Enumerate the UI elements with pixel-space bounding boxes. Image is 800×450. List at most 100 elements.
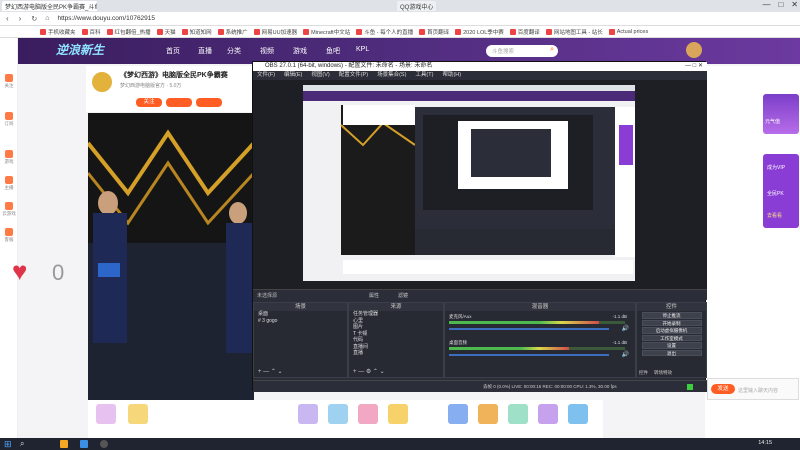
sidebar-item-follow[interactable]: 关注 <box>2 74 16 89</box>
heart-icon[interactable]: ♥ <box>12 256 27 287</box>
taskbar-app-icon[interactable] <box>80 440 88 448</box>
bookmark[interactable]: 斗鱼 - 每个人的直播 <box>356 28 413 36</box>
obs-window: OBS 27.0.1 (64-bit, windows) - 配置文件: 未命名… <box>252 61 707 392</box>
menu-help[interactable]: 帮助(H) <box>442 71 461 80</box>
badge-button[interactable] <box>196 98 222 107</box>
bookmark[interactable]: 2020 LOL季中赛 <box>455 28 504 36</box>
bookmark[interactable]: 红包翻倍_热播 <box>106 28 151 36</box>
bookmark[interactable]: 知道知网 <box>181 28 212 36</box>
nav-home[interactable]: 首页 <box>166 46 180 56</box>
tab-controls[interactable]: 控件 <box>639 370 648 376</box>
streamer-avatar[interactable] <box>90 70 114 94</box>
sidebar-item-anchor[interactable]: 主播 <box>2 176 16 191</box>
menu-scene-collection[interactable]: 场景集合(S) <box>377 71 406 80</box>
search-box[interactable]: 斗鱼搜索 ⌕ <box>486 45 558 57</box>
badge-button[interactable] <box>166 98 192 107</box>
nav-video[interactable]: 视频 <box>260 46 274 56</box>
vip-card[interactable]: 成为VIP 全民PK 去看看 <box>763 154 799 228</box>
gift-icon[interactable] <box>128 404 148 424</box>
filters-button[interactable]: 滤镜 <box>398 292 408 299</box>
gift-icon[interactable] <box>538 404 558 424</box>
forward-icon[interactable]: › <box>19 14 22 23</box>
speaker-icon[interactable]: 🔊 <box>622 351 629 358</box>
gift-icon[interactable] <box>96 404 116 424</box>
home-icon[interactable]: ⌂ <box>45 15 49 22</box>
bookmarks-bar: 手机收藏夹 百科 红包翻倍_热播 天猫 知道知网 系统推广 网易UU加速器 Mi… <box>0 26 800 38</box>
bookmark[interactable]: Actual prices <box>608 28 648 35</box>
nav-yuba[interactable]: 鱼吧 <box>326 46 340 56</box>
scene-add-remove-icons[interactable]: + — ⌃ ⌄ <box>258 368 283 375</box>
sidebar-item-service[interactable]: 客服 <box>2 228 16 243</box>
url-field[interactable]: https://www.douyu.com/10762915 <box>57 15 155 22</box>
menu-tools[interactable]: 工具(T) <box>415 71 433 80</box>
bookmark[interactable]: 天猫 <box>156 28 176 36</box>
sources-title: 来源 <box>349 303 443 311</box>
taskbar-obs-icon[interactable] <box>100 440 108 448</box>
menu-view[interactable]: 视图(V) <box>311 71 329 80</box>
settings-button[interactable]: 设置 <box>641 342 702 349</box>
maximize-button[interactable]: □ <box>778 0 783 12</box>
gift-icon[interactable] <box>298 404 318 424</box>
minimize-button[interactable]: — <box>762 0 770 12</box>
exit-button[interactable]: 退出 <box>641 349 702 356</box>
close-button[interactable]: ✕ <box>791 0 798 12</box>
obs-window-controls[interactable]: — □ ✕ <box>685 62 703 71</box>
gift-icon[interactable] <box>328 404 348 424</box>
nav-category[interactable]: 分类 <box>227 46 241 56</box>
scene-item[interactable]: # 3 gogo <box>254 318 347 325</box>
bookmark[interactable]: 首页翻译 <box>419 28 449 36</box>
virtual-camera-button[interactable]: 启动虚拟摄像机 <box>641 327 702 334</box>
gift-icon[interactable] <box>448 404 468 424</box>
gift-icon[interactable] <box>508 404 528 424</box>
browser-tab-bar: 梦幻西游电脑版全民PK争霸赛_斗鱼 QQ游戏中心 — □ ✕ <box>0 0 800 12</box>
search-input[interactable]: 斗鱼搜索 <box>492 47 514 55</box>
avatar[interactable] <box>686 42 702 58</box>
menu-edit[interactable]: 编辑(E) <box>284 71 302 80</box>
start-recording-button[interactable]: 开始录制 <box>641 319 702 326</box>
bookmark[interactable]: 百度翻译 <box>509 28 540 36</box>
live-video[interactable] <box>88 113 254 400</box>
volume-slider[interactable] <box>449 354 609 356</box>
gift-icon[interactable] <box>568 404 588 424</box>
source-item[interactable]: 直播 <box>349 350 443 357</box>
stop-streaming-button[interactable]: 停止推流 <box>641 312 702 319</box>
browser-tab-douyu[interactable]: 梦幻西游电脑版全民PK争霸赛_斗鱼 <box>2 1 97 11</box>
nav-game[interactable]: 游戏 <box>293 46 307 56</box>
bookmark[interactable]: Minecraft中文站 <box>303 28 350 36</box>
windows-start-icon[interactable]: ⊞ <box>4 439 12 450</box>
bookmark[interactable]: 网站地图工具 - 站长 <box>545 28 603 36</box>
nav-kpl[interactable]: KPL <box>356 46 369 53</box>
menu-file[interactable]: 文件(F) <box>257 71 275 80</box>
user-icon <box>5 176 13 184</box>
bookmark[interactable]: 百科 <box>81 28 101 36</box>
search-icon[interactable]: ⌕ <box>550 46 554 54</box>
search-icon[interactable]: ⌕ <box>20 439 24 449</box>
source-add-remove-icons[interactable]: + — ⚙ ⌃ ⌄ <box>353 368 385 375</box>
follow-button[interactable]: 关注 <box>136 98 162 107</box>
bookmark[interactable]: 手机收藏夹 <box>40 28 76 36</box>
sidebar-item-subscribe[interactable]: 订阅 <box>2 112 16 127</box>
bookmark[interactable]: 网易UU加速器 <box>253 28 297 36</box>
bookmark[interactable]: 系统推广 <box>217 28 248 36</box>
back-icon[interactable]: ‹ <box>6 14 9 23</box>
gift-icon[interactable] <box>388 404 408 424</box>
gift-icon[interactable] <box>358 404 378 424</box>
heart-icon <box>5 74 13 82</box>
sidebar-item-game[interactable]: 游戏 <box>2 150 16 165</box>
refresh-icon[interactable]: ↻ <box>31 15 37 23</box>
studio-mode-button[interactable]: 工作室模式 <box>641 334 702 341</box>
gift-icon[interactable] <box>478 404 498 424</box>
speaker-icon[interactable]: 🔊 <box>622 325 629 332</box>
menu-profile[interactable]: 配置文件(P) <box>339 71 368 80</box>
send-button[interactable]: 发送 <box>711 384 735 394</box>
browser-tab-second[interactable]: QQ游戏中心 <box>397 1 437 11</box>
properties-button[interactable]: 属性 <box>369 292 379 299</box>
taskbar-app-icon[interactable] <box>60 440 68 448</box>
promo-card[interactable]: 元气值 <box>763 94 799 134</box>
obs-preview[interactable] <box>253 80 707 289</box>
bookmark-icon <box>356 28 363 35</box>
nav-live[interactable]: 直播 <box>198 46 212 56</box>
tab-transitions[interactable]: 转场特效 <box>654 370 672 376</box>
sidebar-item-cloud-game[interactable]: 云游戏 <box>2 202 16 217</box>
volume-slider[interactable] <box>449 328 609 330</box>
